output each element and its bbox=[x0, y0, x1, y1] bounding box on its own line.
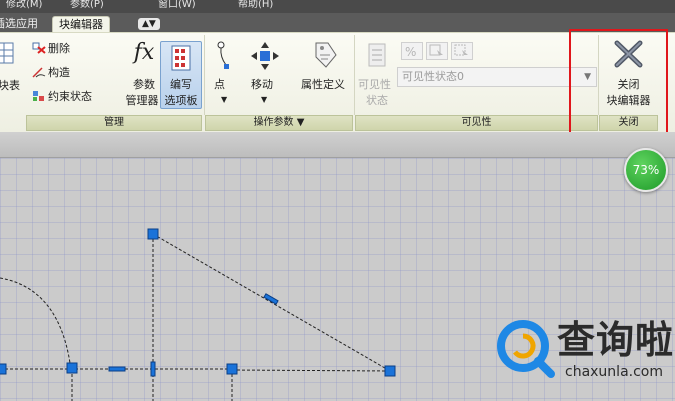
highlight-annotation-box bbox=[569, 29, 668, 139]
visibility-state-dropdown: 可见性状态0 ▼ bbox=[397, 67, 597, 87]
percent-icon: % bbox=[405, 45, 416, 59]
visibility-state-value: 可见性状态0 bbox=[402, 70, 464, 83]
make-invisible-icon bbox=[454, 44, 468, 56]
attribute-definition-button[interactable] bbox=[310, 39, 340, 71]
constraint-status-button[interactable]: 约束状态 bbox=[32, 90, 92, 104]
grip-square[interactable] bbox=[384, 365, 396, 377]
construct-label: 构造 bbox=[48, 66, 70, 79]
authoring-palette-label-2: 选项板 bbox=[164, 94, 198, 107]
attribute-definition-label: 属性定义 bbox=[301, 78, 345, 91]
authoring-palette-button[interactable]: 编写 选项板 bbox=[160, 41, 202, 109]
block-table-label: 块表 bbox=[0, 79, 20, 92]
tab-overflow-button[interactable]: ▲▼ bbox=[138, 18, 160, 30]
parameter-manager-button[interactable]: fx bbox=[127, 39, 161, 69]
block-table-icon[interactable] bbox=[0, 41, 16, 67]
menu-item-modify[interactable]: 修改(M) bbox=[6, 0, 42, 11]
tab-plugin-apps[interactable]: 插选应用 bbox=[0, 16, 38, 32]
grip-square[interactable] bbox=[147, 228, 159, 240]
menu-item-parameters[interactable]: 参数(P) bbox=[70, 0, 104, 11]
grip-square[interactable] bbox=[0, 363, 7, 375]
zoom-level-badge: 73% bbox=[624, 148, 668, 192]
panel-divider bbox=[204, 35, 205, 115]
manage-group-label: 管理 bbox=[26, 115, 202, 131]
dashed-bottom-right-line bbox=[231, 369, 391, 372]
svg-text:%: % bbox=[405, 45, 416, 59]
visibility-mode-button: % bbox=[401, 42, 423, 60]
dashed-diagonal-line bbox=[152, 233, 391, 372]
constraint-status-label: 约束状态 bbox=[48, 90, 92, 103]
visibility-states-icon bbox=[368, 43, 386, 67]
authoring-palette-label-1: 编写 bbox=[170, 78, 192, 91]
autocad-block-editor-window: { "menu": { "items": ["修改(M)", "参数(P)", … bbox=[0, 0, 675, 401]
menu-item-window[interactable]: 窗口(W) bbox=[158, 0, 196, 11]
move-dropdown-arrow[interactable]: ▼ bbox=[261, 93, 267, 107]
point-parameter-button[interactable] bbox=[214, 41, 234, 71]
tab-block-editor[interactable]: 块编辑器 bbox=[52, 16, 110, 32]
operation-parameters-group-label[interactable]: 操作参数 ▼ bbox=[205, 115, 353, 131]
grip-bar[interactable] bbox=[150, 361, 156, 377]
make-visible-button bbox=[426, 42, 448, 60]
delete-label: 删除 bbox=[48, 42, 70, 55]
delete-button[interactable]: 删除 bbox=[32, 42, 70, 56]
magnifier-logo-icon bbox=[497, 320, 555, 378]
point-label: 点 bbox=[214, 78, 225, 91]
watermark-logo: 查询啦 chaxunla.com bbox=[495, 310, 675, 401]
visibility-states-button bbox=[366, 41, 390, 71]
menu-bar: 修改(M) 参数(P) 窗口(W) 帮助(H) bbox=[0, 0, 675, 13]
make-visible-icon bbox=[429, 44, 443, 56]
construct-button[interactable]: 构造 bbox=[32, 66, 70, 80]
grip-bar[interactable] bbox=[108, 366, 126, 372]
point-dropdown-arrow[interactable]: ▼ bbox=[221, 93, 227, 107]
delete-icon bbox=[32, 42, 46, 54]
move-label: 移动 bbox=[251, 78, 273, 91]
drawing-tab-strip bbox=[0, 132, 675, 158]
menu-item-help[interactable]: 帮助(H) bbox=[238, 0, 273, 11]
make-invisible-button bbox=[451, 42, 473, 60]
panel-divider bbox=[354, 35, 355, 115]
grip-square[interactable] bbox=[66, 362, 78, 374]
attribute-tag-icon bbox=[315, 42, 337, 68]
visibility-group-label: 可见性 bbox=[355, 115, 598, 131]
point-icon bbox=[217, 41, 229, 69]
visibility-states-label-1: 可见性 bbox=[358, 78, 391, 91]
watermark-title: 查询啦 bbox=[557, 318, 675, 362]
fx-icon: fx bbox=[133, 40, 155, 65]
construct-icon bbox=[32, 66, 46, 78]
palette-icon bbox=[170, 44, 194, 72]
move-icon bbox=[251, 42, 279, 70]
visibility-states-label-2: 状态 bbox=[366, 94, 388, 107]
move-action-button[interactable] bbox=[250, 41, 280, 71]
dashed-arc bbox=[0, 277, 71, 364]
grip-square[interactable] bbox=[226, 363, 238, 375]
constraint-status-icon bbox=[32, 90, 46, 102]
watermark-subtitle: chaxunla.com bbox=[565, 364, 663, 380]
